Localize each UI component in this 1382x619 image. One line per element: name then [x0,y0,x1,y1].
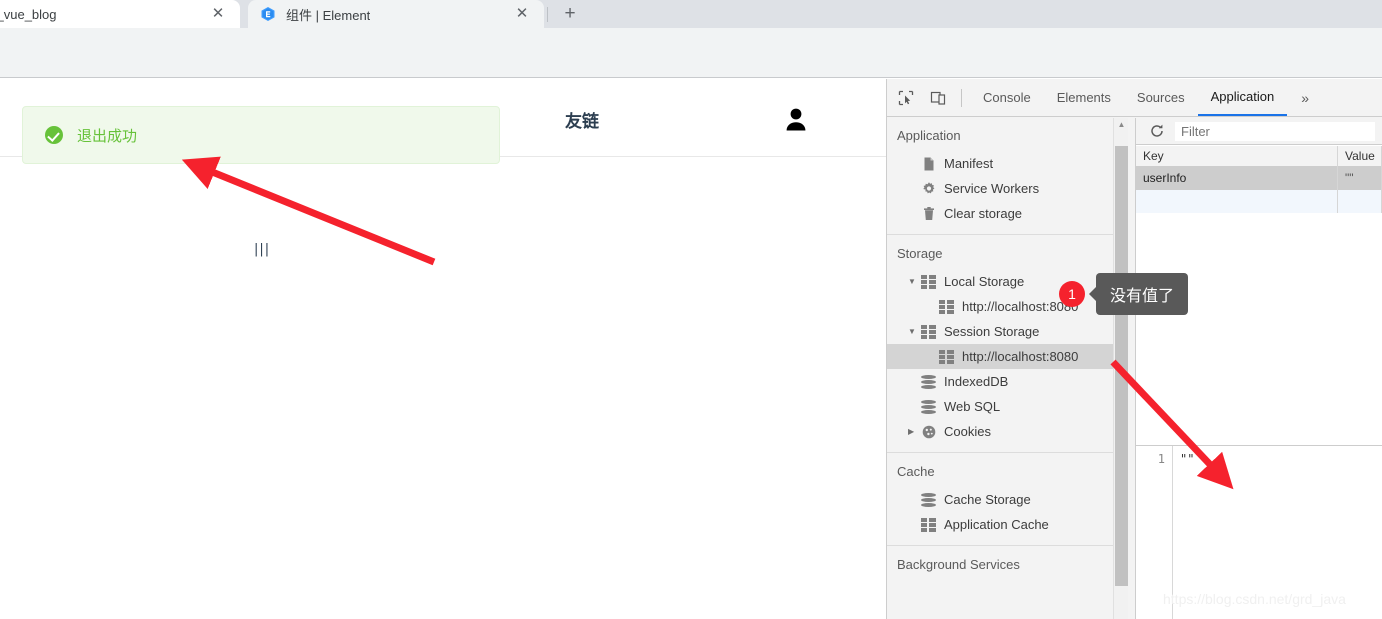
browser-tab-1[interactable]: y_vue_blog ✕ [0,0,240,28]
watermark: https://blog.csdn.net/grd_java [1163,591,1346,607]
tree-item-label: Web SQL [944,399,1001,414]
tab-sources[interactable]: Sources [1124,79,1198,116]
tree-item-label: IndexedDB [944,374,1009,389]
page-viewport: 友链 退出成功 ||| [0,79,886,619]
disclosure-triangle-icon[interactable]: ▼ [908,327,919,336]
tree-item-indexeddb[interactable]: IndexedDB [887,369,1127,394]
close-icon[interactable]: ✕ [514,6,530,22]
tree-item-application-cache[interactable]: Application Cache [887,512,1127,537]
device-toolbar-icon[interactable] [925,85,951,111]
scrollbar-thumb[interactable] [1115,146,1128,586]
annotation-badge: 1 [1059,281,1085,307]
tree-item-cache-storage[interactable]: Cache Storage [887,487,1127,512]
tree-item-http-localhost-8080[interactable]: http://localhost:8080 [887,344,1127,369]
tree-item-manifest[interactable]: Manifest [887,151,1127,176]
grid-icon [921,275,937,289]
trash-icon [921,206,937,222]
disclosure-triangle-icon[interactable]: ▼ [908,277,919,286]
storage-table-header: Key Value [1136,146,1382,167]
tree-item-session-storage[interactable]: ▼ Session Storage [887,319,1127,344]
tree-item-label: http://localhost:8080 [962,349,1079,364]
tree-item-label: Local Storage [944,274,1025,289]
section-title-background-services: Background Services [897,557,1020,572]
tree-item-clear-storage[interactable]: Clear storage [887,201,1127,226]
inspect-element-icon[interactable] [893,85,919,111]
close-icon[interactable]: ✕ [210,6,226,22]
new-tab-button[interactable]: + [556,3,584,25]
cell-value: "" [1338,167,1382,190]
toast-message: 退出成功 [77,126,138,145]
table-row[interactable] [1136,190,1382,213]
line-number: 1 [1157,452,1165,466]
document-icon [921,156,937,172]
tree-item-label: Manifest [944,156,994,171]
browser-tab-strip: y_vue_blog ✕ 组件 | Element ✕ + [0,0,1382,28]
refresh-icon[interactable] [1145,119,1169,143]
tab-elements[interactable]: Elements [1044,79,1124,116]
sidebar-scrollbar[interactable]: ▲ [1113,118,1128,619]
storage-filter-bar [1136,118,1382,145]
grid-icon [939,300,955,314]
tab-divider [547,7,548,22]
element-ui-icon [260,6,276,22]
tree-item-label: Cache Storage [944,492,1031,507]
column-header-value[interactable]: Value [1338,146,1382,167]
toast-notification: 退出成功 [22,106,500,164]
tab-application[interactable]: Application [1197,79,1288,116]
cookie-icon [921,424,937,440]
grid-icon [939,350,955,364]
browser-tab-1-title: y_vue_blog [0,6,57,22]
toolbar-divider [961,88,962,107]
tree-item-label: Service Workers [944,181,1040,196]
gear-icon [921,181,937,197]
section-title-cache: Cache [897,464,935,479]
tree-item-label: Application Cache [944,517,1049,532]
person-icon[interactable] [782,105,810,133]
disclosure-triangle-icon[interactable]: ▶ [908,427,919,436]
cell-key: userInfo [1136,167,1338,190]
section-title-storage: Storage [897,246,943,261]
annotation-callout: 没有值了 [1088,273,1189,315]
cell-key [1136,190,1338,213]
browser-tab-2-title: 组件 | Element [286,7,371,23]
database-icon [921,374,937,390]
tree-item-cookies[interactable]: ▶ Cookies [887,419,1127,444]
cell-value [1338,190,1382,213]
tree-item-web-sql[interactable]: Web SQL [887,394,1127,419]
tree-item-service-workers[interactable]: Service Workers [887,176,1127,201]
section-title-application: Application [897,128,961,143]
scroll-up-icon[interactable]: ▲ [1114,118,1129,132]
devtools-sidebar-tree[interactable]: Application Manifest Service Workers Clear … [887,117,1127,619]
browser-tab-2[interactable]: 组件 | Element ✕ [248,0,544,28]
nav-item-friend-links[interactable]: 友链 [565,107,599,132]
tab-console[interactable]: Console [970,79,1044,116]
tree-item-label: Clear storage [944,206,1023,221]
column-header-key[interactable]: Key [1136,146,1338,167]
grid-icon [921,325,937,339]
storage-filter-input[interactable] [1175,121,1375,141]
page-placeholder-text: ||| [254,242,271,257]
success-check-icon [45,126,63,144]
database-icon [921,492,937,508]
chevron-more-icon[interactable]: » [1291,79,1319,116]
table-row[interactable]: userInfo "" [1136,167,1382,190]
tree-item-label: Session Storage [944,324,1040,339]
preview-content: "" [1180,452,1195,466]
grid-icon [921,518,937,532]
database-icon [921,399,937,415]
tree-item-label: Cookies [944,424,991,439]
panel-splitter[interactable] [1128,118,1136,619]
devtools-toolbar: Console Elements Sources Application » [887,79,1382,117]
browser-toolbar [0,28,1382,78]
